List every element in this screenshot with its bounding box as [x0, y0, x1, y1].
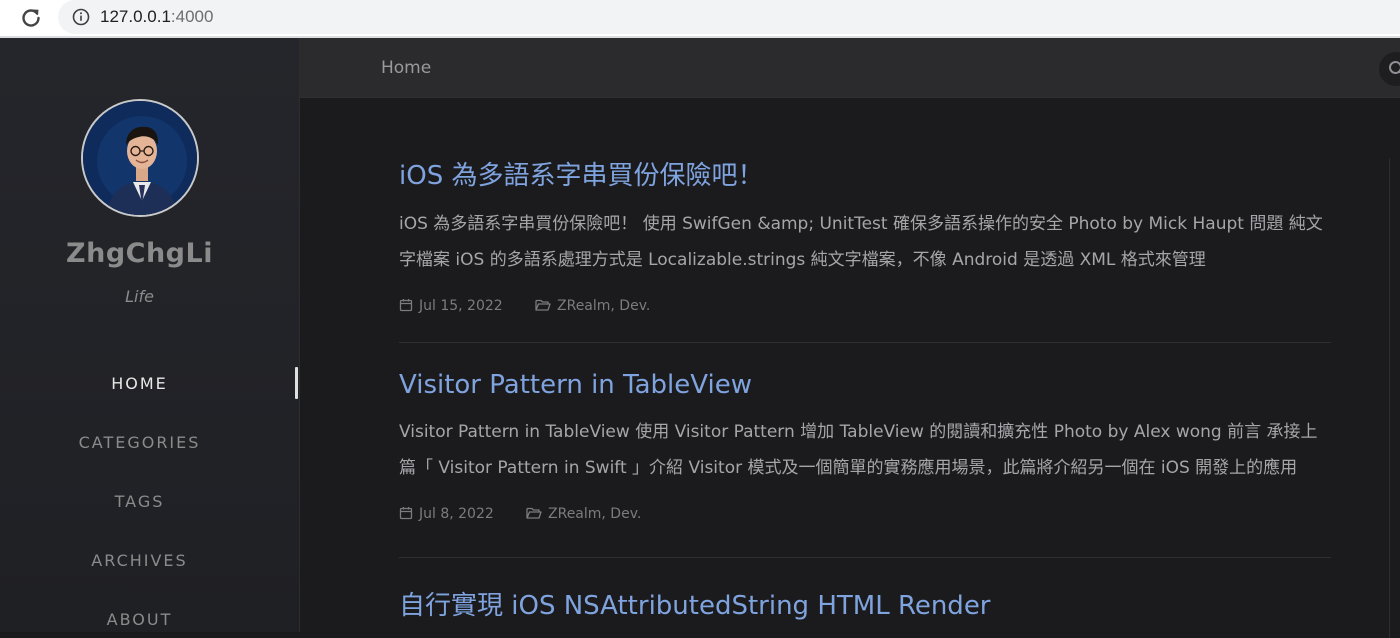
site-title[interactable]: ZhgChgLi [0, 238, 279, 269]
post-item[interactable]: Visitor Pattern in TableView Visitor Pat… [399, 370, 1331, 526]
url-host: 127.0.0.1 [100, 7, 171, 26]
post-date-text: Jul 15, 2022 [419, 298, 503, 314]
nav-item-archives[interactable]: ARCHIVES [0, 551, 279, 570]
post-excerpt: Visitor Pattern in TableView 使用 Visitor … [399, 414, 1329, 486]
folder-open-icon [526, 506, 542, 520]
url-text[interactable]: 127.0.0.1:4000 [100, 7, 213, 27]
post-title[interactable]: 自行實現 iOS NSAttributedString HTML Render [399, 585, 1331, 622]
breadcrumb: Home [381, 58, 431, 78]
address-bar[interactable]: 127.0.0.1:4000 [58, 0, 1400, 34]
nav-item-about[interactable]: ABOUT [0, 610, 279, 629]
post-item[interactable]: iOS 為多語系字串買份保險吧！ iOS 為多語系字串買份保險吧！ 使用 Swi… [399, 155, 1331, 318]
post-categories-text[interactable]: ZRealm, Dev. [557, 298, 650, 314]
post-categories[interactable]: ZRealm, Dev. [526, 506, 641, 522]
nav-item-tags[interactable]: TAGS [0, 492, 279, 511]
avatar[interactable] [81, 99, 199, 217]
post-date: Jul 8, 2022 [399, 506, 494, 522]
post-item[interactable]: 自行實現 iOS NSAttributedString HTML Render [399, 585, 1331, 622]
post-date: Jul 15, 2022 [399, 298, 503, 314]
post-excerpt: iOS 為多語系字串買份保險吧！ 使用 SwifGen &amp; UnitTe… [399, 206, 1329, 278]
post-list: iOS 為多語系字串買份保險吧！ iOS 為多語系字串買份保險吧！ 使用 Swi… [300, 98, 1400, 632]
post-meta: Jul 15, 2022 ZRealm, Dev. [399, 298, 1331, 318]
folder-open-icon [535, 298, 551, 312]
site-info-icon[interactable] [72, 8, 90, 26]
post-title[interactable]: iOS 為多語系字串買份保險吧！ [399, 155, 1331, 192]
sidebar: ZhgChgLi Life HOME CATEGORIES TAGS ARCHI… [0, 38, 300, 632]
post-categories[interactable]: ZRealm, Dev. [535, 298, 650, 314]
scroll-track[interactable] [1389, 158, 1390, 638]
search-button[interactable] [1379, 52, 1400, 86]
reload-icon[interactable] [20, 7, 42, 29]
search-icon [1388, 60, 1400, 78]
post-title[interactable]: Visitor Pattern in TableView [399, 370, 1331, 400]
calendar-icon [399, 298, 413, 312]
post-categories-text[interactable]: ZRealm, Dev. [548, 506, 641, 522]
post-date-text: Jul 8, 2022 [419, 506, 494, 522]
site-subtitle: Life [0, 287, 279, 306]
post-divider [399, 342, 1331, 343]
topbar: Home [300, 38, 1400, 98]
nav-active-indicator [295, 367, 298, 399]
browser-toolbar: 127.0.0.1:4000 [0, 0, 1400, 38]
calendar-icon [399, 506, 413, 520]
nav-item-categories[interactable]: CATEGORIES [0, 433, 279, 452]
url-port: :4000 [171, 7, 214, 26]
post-divider [399, 557, 1331, 558]
nav-item-home[interactable]: HOME [0, 374, 279, 393]
post-meta: Jul 8, 2022 ZRealm, Dev. [399, 506, 1331, 526]
